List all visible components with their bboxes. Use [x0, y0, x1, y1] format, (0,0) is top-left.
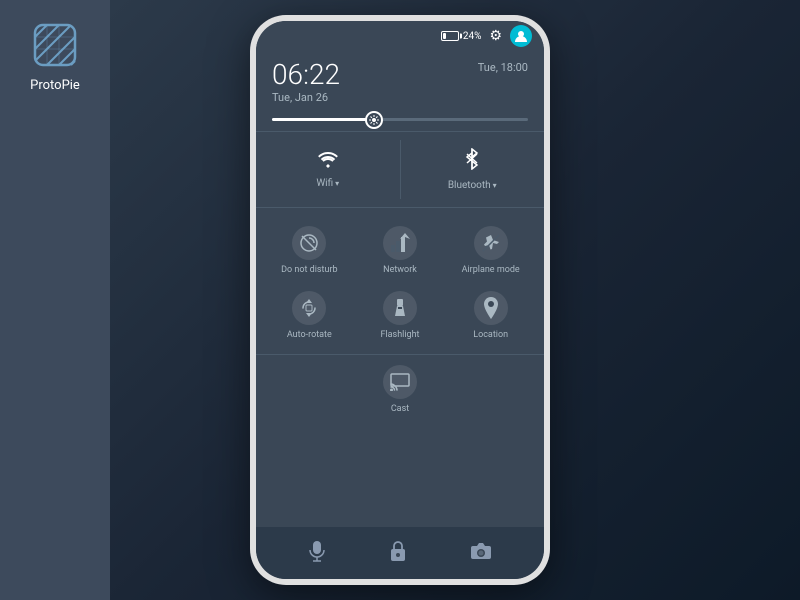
nav-mic-icon[interactable]: [308, 540, 326, 567]
brightness-sun-icon: [369, 115, 379, 125]
brightness-section: [256, 112, 544, 127]
battery-info: 24%: [441, 31, 482, 42]
tile-network[interactable]: Network: [355, 216, 446, 281]
network-label: Network: [383, 265, 417, 275]
brightness-thumb[interactable]: [365, 111, 383, 129]
alarm-time: Tue, 18:00: [478, 61, 528, 74]
flashlight-label: Flashlight: [380, 330, 419, 340]
time-section: 06:22 Tue, Jan 26 Tue, 18:00: [256, 51, 544, 112]
airplane-mode-label: Airplane mode: [462, 265, 520, 275]
tile-auto-rotate[interactable]: Auto-rotate: [264, 281, 355, 346]
bluetooth-label: Bluetooth ▾: [448, 180, 497, 191]
do-not-disturb-icon: [292, 226, 326, 260]
tile-do-not-disturb[interactable]: Do not disturb: [264, 216, 355, 281]
current-time: 06:22: [272, 61, 340, 89]
auto-rotate-icon: [292, 291, 326, 325]
wifi-icon: [316, 148, 340, 174]
wifi-toggle[interactable]: Wifi ▾: [256, 140, 400, 199]
logo-container: ProtoPie: [30, 20, 80, 93]
wifi-svg-icon: [316, 148, 340, 168]
status-bar: 24% ⚙: [256, 21, 544, 51]
bluetooth-chevron: ▾: [493, 181, 497, 190]
brightness-fill: [272, 118, 374, 121]
divider-brightness: [256, 131, 544, 132]
network-icon: [383, 226, 417, 260]
toggle-row: Wifi ▾ Bluetooth ▾: [256, 136, 544, 203]
bluetooth-svg-icon: [464, 148, 480, 170]
location-icon: [474, 291, 508, 325]
nav-lock-icon[interactable]: [389, 540, 407, 567]
bluetooth-icon: [464, 148, 480, 176]
protopie-logo-icon: [30, 20, 80, 70]
phone-screen: 24% ⚙ 06:22 Tue, Jan 26 Tue, 18:00: [256, 21, 544, 579]
settings-icon[interactable]: ⚙: [489, 28, 502, 44]
tile-location[interactable]: Location: [445, 281, 536, 346]
cast-icon: [383, 365, 417, 399]
cast-label: Cast: [391, 404, 409, 414]
auto-rotate-label: Auto-rotate: [287, 330, 332, 340]
wifi-label: Wifi ▾: [316, 178, 339, 189]
tile-cast[interactable]: Cast: [343, 359, 457, 420]
airplane-mode-icon: [474, 226, 508, 260]
divider-tiles: [256, 354, 544, 355]
tile-airplane-mode[interactable]: Airplane mode: [445, 216, 536, 281]
tile-flashlight[interactable]: Flashlight: [355, 281, 446, 346]
battery-icon: [441, 31, 459, 41]
nav-camera-icon[interactable]: [470, 541, 492, 565]
sidebar: ProtoPie: [0, 0, 110, 600]
wifi-chevron: ▾: [335, 179, 339, 188]
do-not-disturb-label: Do not disturb: [281, 265, 337, 275]
brightness-thumb-inner: [367, 113, 381, 127]
bluetooth-toggle[interactable]: Bluetooth ▾: [401, 140, 545, 199]
brightness-slider[interactable]: [272, 118, 528, 121]
battery-percent: 24%: [463, 31, 482, 42]
divider-toggles: [256, 207, 544, 208]
cast-row: Cast: [256, 359, 544, 428]
battery-fill: [443, 33, 447, 39]
profile-avatar[interactable]: [510, 25, 532, 47]
notification-panel: 06:22 Tue, Jan 26 Tue, 18:00: [256, 51, 544, 527]
time-display: 06:22 Tue, Jan 26: [272, 61, 340, 104]
flashlight-icon: [383, 291, 417, 325]
quick-tiles-grid: Do not disturb Network: [256, 212, 544, 350]
navigation-bar: [256, 527, 544, 579]
current-date: Tue, Jan 26: [272, 91, 340, 104]
logo-text: ProtoPie: [30, 78, 80, 93]
phone-frame: 24% ⚙ 06:22 Tue, Jan 26 Tue, 18:00: [250, 15, 550, 585]
location-label: Location: [473, 330, 508, 340]
